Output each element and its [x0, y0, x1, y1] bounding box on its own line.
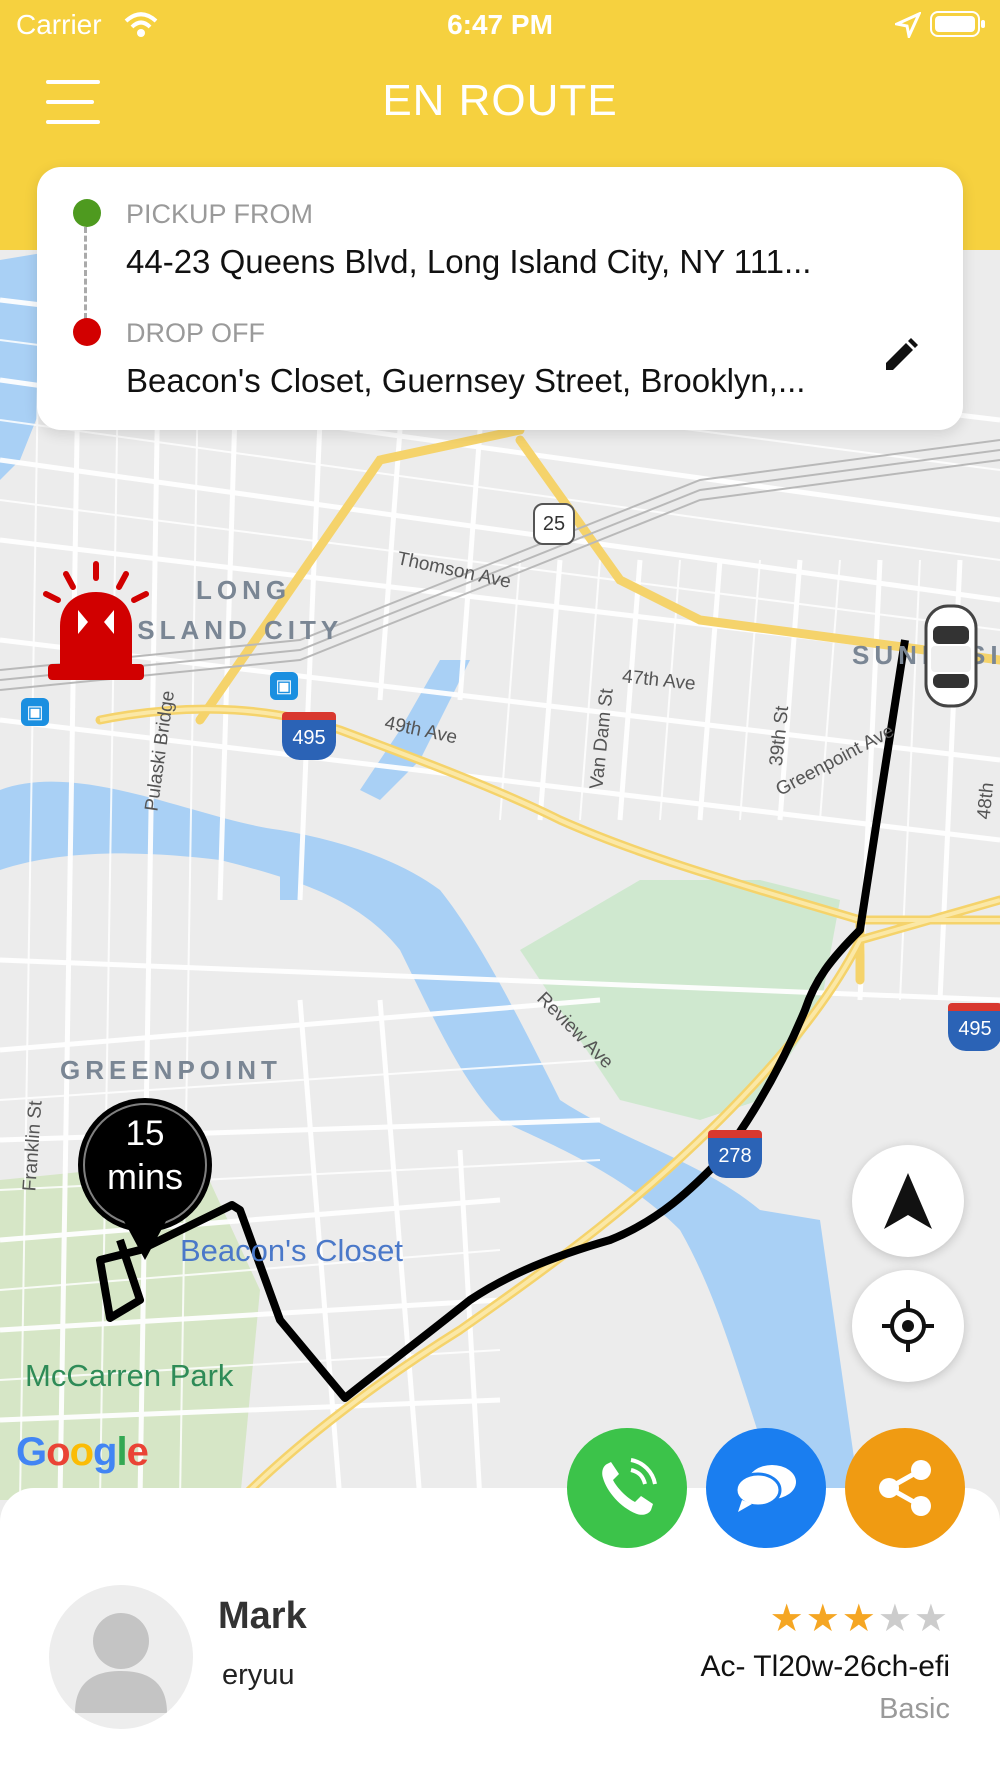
- map-view[interactable]: [0, 250, 1000, 1500]
- transit-icon: ▣: [21, 698, 49, 726]
- star-filled-icon: ★: [841, 1598, 878, 1640]
- navigation-arrow-icon: [884, 1173, 932, 1229]
- google-logo: Google: [16, 1430, 149, 1474]
- crosshair-icon: [882, 1300, 934, 1352]
- car-icon: [924, 604, 978, 708]
- interstate-495-east-number: 495: [958, 1018, 992, 1040]
- share-icon: [879, 1460, 931, 1516]
- map-label-long-island-city: LONG: [196, 575, 292, 605]
- vehicle-type: Basic: [879, 1693, 950, 1725]
- edit-pencil-icon[interactable]: [882, 338, 918, 374]
- route-connector: [84, 227, 87, 319]
- map-label-48th: 48th: [973, 781, 999, 821]
- eta-minutes: 15: [125, 1114, 165, 1153]
- interstate-278-number: 278: [718, 1145, 752, 1167]
- location-arrow-icon: [895, 12, 921, 38]
- share-button[interactable]: [845, 1428, 965, 1548]
- battery-icon: [930, 11, 985, 37]
- route-25-number: 25: [542, 513, 566, 535]
- map-label-long-island-city-2: ISLAND CITY: [125, 615, 344, 645]
- dropoff-address[interactable]: Beacon's Closet, Guernsey Street, Brookl…: [126, 362, 866, 400]
- map-label-greenpoint: GREENPOINT: [60, 1055, 282, 1085]
- navigate-button[interactable]: [852, 1145, 964, 1257]
- status-bar: Carrier 6:47 PM: [0, 0, 1000, 50]
- clock: 6:47 PM: [447, 9, 553, 40]
- driver-avatar: [49, 1585, 193, 1729]
- interstate-495-shield-east: 495: [948, 1003, 1000, 1051]
- pickup-address[interactable]: 44-23 Queens Blvd, Long Island City, NY …: [126, 243, 866, 281]
- page-title: EN ROUTE: [382, 76, 618, 125]
- chat-button[interactable]: [706, 1428, 826, 1548]
- driver-subtitle: eryuu: [222, 1659, 295, 1691]
- map-label-mccarren-park: McCarren Park: [25, 1358, 234, 1393]
- pickup-label: PICKUP FROM: [126, 199, 314, 229]
- interstate-278-shield: 278: [708, 1130, 762, 1178]
- driver-rating: ★★★★★: [770, 1596, 950, 1641]
- star-empty-icon: ★: [877, 1598, 914, 1640]
- interstate-495-number: 495: [292, 727, 326, 749]
- dropoff-label: DROP OFF: [126, 318, 266, 348]
- eta-unit: mins: [106, 1156, 183, 1197]
- sos-alarm-icon[interactable]: [40, 560, 152, 684]
- transit-icon: ▣: [270, 672, 298, 700]
- eta-pin-tail: [118, 1210, 172, 1260]
- user-placeholder-icon: [75, 1613, 167, 1713]
- route-25-shield: 25: [533, 503, 575, 545]
- dropoff-dot-icon: [73, 318, 101, 346]
- driver-name: Mark: [218, 1595, 307, 1637]
- call-button[interactable]: [567, 1428, 687, 1548]
- vehicle-plate: Ac- Tl20w-26ch-efi: [700, 1650, 950, 1683]
- map-label-beacons-closet: Beacon's Closet: [180, 1233, 404, 1268]
- chat-bubbles-icon: [734, 1465, 796, 1512]
- pickup-dot-icon: [73, 199, 101, 227]
- star-filled-icon: ★: [805, 1598, 842, 1640]
- interstate-495-shield: 495: [282, 712, 336, 760]
- phone-icon: [602, 1458, 657, 1515]
- star-filled-icon: ★: [769, 1598, 806, 1640]
- star-empty-icon: ★: [913, 1598, 950, 1640]
- recenter-button[interactable]: [852, 1270, 964, 1382]
